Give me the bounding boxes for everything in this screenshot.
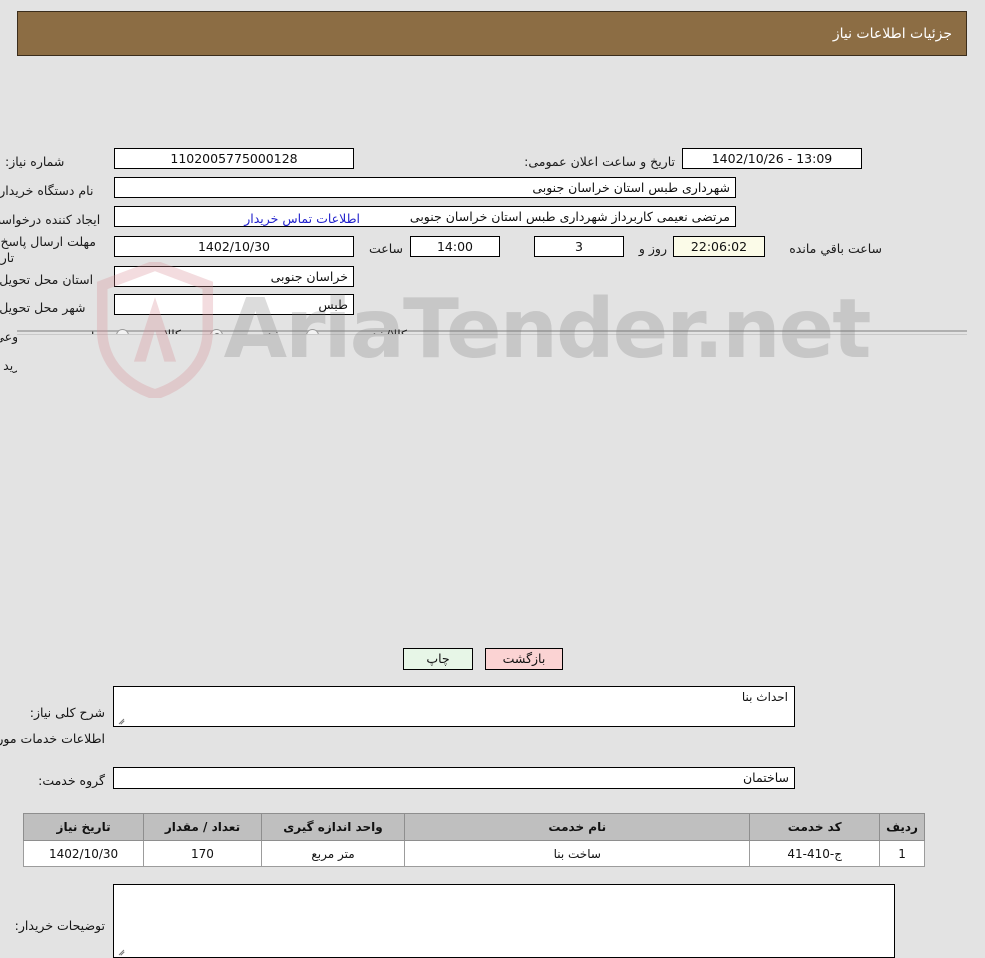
delivery-city-value: طبس xyxy=(114,294,354,315)
creator-label: ایجاد کننده درخواست: xyxy=(0,212,101,227)
cell-unit: متر مربع xyxy=(260,840,406,867)
services-section-title: اطلاعات خدمات مورد نیاز xyxy=(0,731,105,746)
delivery-province-label: استان محل تحویل: xyxy=(0,272,94,287)
service-group-value: ساختمان xyxy=(113,767,795,789)
delivery-city-label: شهر محل تحویل: xyxy=(0,300,86,315)
cell-date: 1402/10/30 xyxy=(22,840,145,867)
cell-code: ج-410-41 xyxy=(749,840,881,867)
col-row: ردیف xyxy=(879,813,925,841)
deadline-days-label: روز و xyxy=(638,241,667,256)
need-number-label: شماره نیاز: xyxy=(5,154,65,169)
deadline-date-value: 1402/10/30 xyxy=(114,236,354,257)
need-details-panel: شرح کلی نیاز: احداث بنا اطلاعات خدمات مو… xyxy=(0,334,967,958)
col-name: نام خدمت xyxy=(404,813,751,841)
cell-name: ساخت بنا xyxy=(404,840,751,867)
col-code: کد خدمت xyxy=(749,813,881,841)
cell-qty: 170 xyxy=(143,840,262,867)
need-summary-textarea[interactable]: احداث بنا xyxy=(113,686,795,727)
buyer-notes-label: توضیحات خریدار: xyxy=(14,918,105,933)
deadline-countdown-value: 22:06:02 xyxy=(673,236,765,257)
page-root: جزئیات اطلاعات نیاز شماره نیاز: 11020057… xyxy=(0,0,985,958)
col-unit: واحد اندازه گیری xyxy=(260,813,406,841)
need-number-value: 1102005775000128 xyxy=(114,148,354,169)
buyer-org-value: شهرداری طبس استان خراسان جنوبی xyxy=(114,177,736,198)
print-button[interactable]: چاپ xyxy=(403,648,473,670)
items-table: ردیف کد خدمت نام خدمت واحد اندازه گیری ت… xyxy=(22,813,925,867)
table-header-row: ردیف کد خدمت نام خدمت واحد اندازه گیری ت… xyxy=(22,813,925,841)
creator-value: مرتضی نعیمی کاربرداز شهرداری طبس استان خ… xyxy=(114,206,736,227)
deadline-label: مهلت ارسال پاسخ: تا تاریخ: xyxy=(0,234,96,265)
deadline-countdown-label: ساعت باقي مانده xyxy=(789,241,882,256)
page-title-bar: جزئیات اطلاعات نیاز xyxy=(17,11,967,56)
need-info-panel: شماره نیاز: 1102005775000128 تاریخ و ساع… xyxy=(0,66,967,373)
delivery-province-value: خراسان جنوبی xyxy=(114,266,354,287)
deadline-hour-value: 14:00 xyxy=(410,236,500,257)
need-summary-value: احداث بنا xyxy=(741,690,788,704)
buyer-notes-textarea[interactable] xyxy=(113,884,895,958)
announce-datetime-label: تاریخ و ساعت اعلان عمومی: xyxy=(524,154,675,169)
buyer-contact-link[interactable]: اطلاعات تماس خریدار xyxy=(244,211,360,226)
announce-datetime-value: 13:09 - 1402/10/26 xyxy=(682,148,862,169)
resize-grip-icon[interactable] xyxy=(117,715,126,724)
deadline-days-value: 3 xyxy=(534,236,624,257)
cell-row: 1 xyxy=(879,840,925,867)
table-row: 1 ج-410-41 ساخت بنا متر مربع 170 1402/10… xyxy=(22,840,925,867)
service-group-label: گروه خدمت: xyxy=(38,773,105,788)
col-date: تاریخ نیاز xyxy=(22,813,145,841)
deadline-hour-label: ساعت xyxy=(368,241,403,256)
resize-grip-icon[interactable] xyxy=(117,946,126,955)
back-button[interactable]: بازگشت xyxy=(485,648,563,670)
buyer-org-label: نام دستگاه خریدار: xyxy=(0,183,94,198)
col-qty: تعداد / مقدار xyxy=(143,813,262,841)
need-summary-label: شرح کلی نیاز: xyxy=(29,705,105,720)
page-title: جزئیات اطلاعات نیاز xyxy=(832,25,952,42)
